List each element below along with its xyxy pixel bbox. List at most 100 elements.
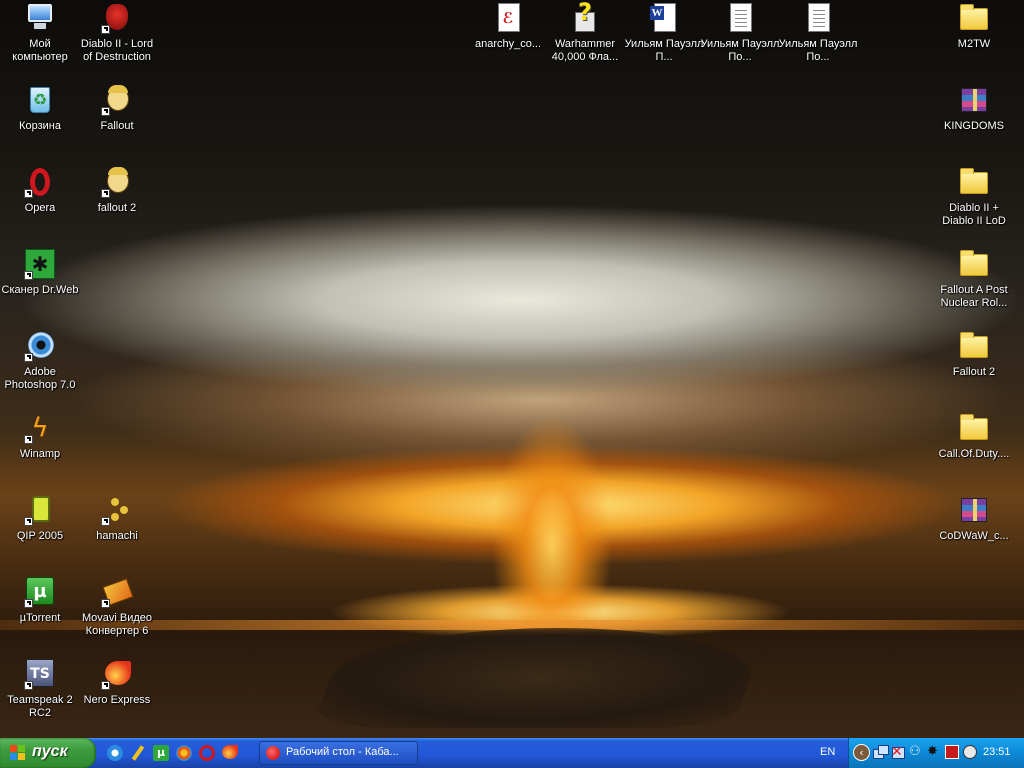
icon-label: µTorrent bbox=[19, 612, 61, 624]
icon-label: QIP 2005 bbox=[16, 530, 64, 542]
ie-icon[interactable] bbox=[107, 745, 123, 761]
desktop-icon-fallout2[interactable]: fallout 2 bbox=[77, 166, 157, 215]
icon-label: Movavi Видео Конвертер 6 bbox=[81, 612, 153, 637]
network-icon[interactable] bbox=[873, 745, 889, 759]
desktop-icon-utorrent[interactable]: µ µTorrent bbox=[0, 576, 80, 625]
desktop-icon-powell-text-1[interactable]: Уильям Пауэлл По... bbox=[700, 2, 780, 64]
folder-icon bbox=[958, 166, 990, 198]
desktop-icon-my-computer[interactable]: Мой компьютер bbox=[0, 2, 80, 64]
desktop-icon-cod-folder[interactable]: Call.Of.Duty.... bbox=[934, 412, 1014, 461]
qip-icon bbox=[24, 494, 56, 526]
icon-label: Diablo II + Diablo II LoD bbox=[942, 202, 1006, 227]
desktop-icon-qip[interactable]: QIP 2005 bbox=[0, 494, 80, 543]
opera-small-icon[interactable] bbox=[199, 745, 215, 761]
help-file-icon: ? bbox=[569, 0, 601, 34]
desktop-icon-winamp[interactable]: ϟ Winamp bbox=[0, 412, 80, 461]
icon-label: M2TW bbox=[957, 38, 991, 50]
icon-label: Diablo II - Lord of Destruction bbox=[80, 38, 154, 63]
icon-label: anarchy_co... bbox=[474, 38, 542, 50]
desktop-icon-movavi[interactable]: Movavi Видео Конвертер 6 bbox=[77, 576, 157, 638]
icon-label: Корзина bbox=[19, 120, 61, 132]
winrar-archive-icon bbox=[958, 494, 990, 526]
icon-label: Fallout bbox=[100, 120, 134, 132]
desktop: Мой компьютер ♻ Корзина Opera ✱ Сканер D… bbox=[0, 0, 1024, 738]
shortcut-arrow-icon bbox=[101, 25, 110, 34]
desktop-icon-photoshop[interactable]: Adobe Photoshop 7.0 bbox=[0, 330, 80, 392]
desktop-icon-diablo[interactable]: Diablo II - Lord of Destruction bbox=[77, 2, 157, 64]
shortcut-arrow-icon bbox=[101, 107, 110, 116]
desktop-icon-opera[interactable]: Opera bbox=[0, 166, 80, 215]
desktop-icon-anarchy-pdf[interactable]: ℰ anarchy_co... bbox=[468, 2, 548, 51]
icon-label: Сканер Dr.Web bbox=[1, 284, 79, 296]
icon-label: Мой компьютер bbox=[12, 38, 68, 63]
nero-small-icon[interactable] bbox=[222, 745, 238, 761]
shortcut-arrow-icon bbox=[24, 189, 33, 198]
desktop-icon-warhammer[interactable]: ? Warhammer 40,000 Фла... bbox=[545, 0, 625, 64]
icon-label: fallout 2 bbox=[97, 202, 137, 214]
antivirus-icon[interactable] bbox=[945, 745, 959, 759]
desktop-icon-powell-word[interactable]: W Уильям Пауэлл П... bbox=[624, 2, 704, 64]
nero-flame-icon bbox=[101, 658, 133, 690]
icon-label: Уильям Пауэлл По... bbox=[700, 38, 780, 63]
desktop-icon-powell-text-2[interactable]: Уильям Пауэлл По... bbox=[778, 2, 858, 64]
icon-label: Nero Express bbox=[83, 694, 151, 706]
opera-icon bbox=[24, 166, 56, 198]
system-tray: ‹ ✕ ⚇ ✸ 23:51 bbox=[848, 738, 1024, 768]
utorrent-icon: µ bbox=[24, 576, 56, 608]
drweb-spider-icon: ✱ bbox=[24, 248, 56, 280]
shortcut-arrow-icon bbox=[24, 271, 33, 280]
word-document-icon: W bbox=[648, 2, 680, 34]
utorrent-small-icon[interactable]: µ bbox=[153, 745, 169, 761]
desktop-icon-fallout2-folder[interactable]: Fallout 2 bbox=[934, 330, 1014, 379]
movavi-icon bbox=[101, 576, 134, 608]
shortcut-arrow-icon bbox=[101, 517, 110, 526]
shortcut-arrow-icon bbox=[24, 517, 33, 526]
icon-label: Adobe Photoshop 7.0 bbox=[4, 366, 76, 391]
folder-icon bbox=[958, 330, 990, 362]
desktop-icon-recycle-bin[interactable]: ♻ Корзина bbox=[0, 84, 80, 133]
desktop-icon-codwaw[interactable]: CoDWaW_c... bbox=[934, 494, 1014, 543]
icon-label: hamachi bbox=[96, 530, 138, 542]
icon-label: Call.Of.Duty.... bbox=[938, 448, 1010, 460]
taskbar-button-desktop[interactable]: Рабочий стол - Каба... bbox=[259, 741, 418, 765]
connection-icon[interactable]: ⚇ bbox=[909, 745, 923, 759]
desktop-icon-fallout[interactable]: Fallout bbox=[77, 84, 157, 133]
qip-tray-icon[interactable] bbox=[963, 745, 977, 759]
desktop-icon-nero[interactable]: Nero Express bbox=[77, 658, 157, 707]
start-button[interactable]: пуск bbox=[0, 738, 96, 768]
media-player-icon[interactable] bbox=[176, 745, 192, 761]
icon-label: Fallout A Post Nuclear Rol... bbox=[940, 284, 1008, 309]
desktop-icon-m2tw[interactable]: M2TW bbox=[934, 2, 1014, 51]
icon-label: Уильям Пауэлл По... bbox=[778, 38, 858, 63]
vault-boy-icon bbox=[101, 84, 133, 116]
text-document-icon bbox=[724, 2, 756, 34]
network-disconnected-icon[interactable]: ✕ bbox=[891, 745, 905, 759]
desktop-icon-drweb[interactable]: ✱ Сканер Dr.Web bbox=[0, 248, 80, 297]
pencil-app-icon[interactable] bbox=[130, 745, 146, 761]
shortcut-arrow-icon bbox=[24, 599, 33, 608]
icon-label: Warhammer 40,000 Фла... bbox=[551, 38, 619, 63]
show-hidden-icons-button[interactable]: ‹ bbox=[853, 744, 870, 761]
photoshop-eye-icon bbox=[24, 330, 56, 362]
clock[interactable]: 23:51 bbox=[983, 746, 1011, 758]
taskbar-button-label: Рабочий стол - Каба... bbox=[286, 746, 399, 758]
icon-label: CoDWaW_c... bbox=[939, 530, 1009, 542]
winamp-bolt-icon: ϟ bbox=[24, 412, 56, 444]
desktop-icon-hamachi[interactable]: hamachi bbox=[77, 494, 157, 543]
pdf-icon: ℰ bbox=[492, 2, 524, 34]
desktop-icon-teamspeak[interactable]: TS Teamspeak 2 RC2 bbox=[0, 658, 80, 720]
language-indicator[interactable]: EN bbox=[820, 746, 835, 758]
shortcut-arrow-icon bbox=[101, 681, 110, 690]
shortcut-arrow-icon bbox=[24, 435, 33, 444]
icon-label: Teamspeak 2 RC2 bbox=[7, 694, 73, 719]
folder-icon bbox=[958, 2, 990, 34]
icon-label: Opera bbox=[24, 202, 56, 214]
desktop-icon-kingdoms[interactable]: KINGDOMS bbox=[934, 84, 1014, 133]
shortcut-arrow-icon bbox=[24, 353, 33, 362]
teamspeak-icon: TS bbox=[24, 658, 56, 690]
desktop-icon-diablo-folder[interactable]: Diablo II + Diablo II LoD bbox=[934, 166, 1014, 228]
bat-icon[interactable]: ✸ bbox=[927, 745, 941, 759]
text-document-icon bbox=[802, 2, 834, 34]
desktop-icon-fallout-post[interactable]: Fallout A Post Nuclear Rol... bbox=[934, 248, 1014, 310]
taskbar: пуск µ Рабочий стол - Каба... EN ‹ ✕ ⚇ ✸… bbox=[0, 738, 1024, 768]
